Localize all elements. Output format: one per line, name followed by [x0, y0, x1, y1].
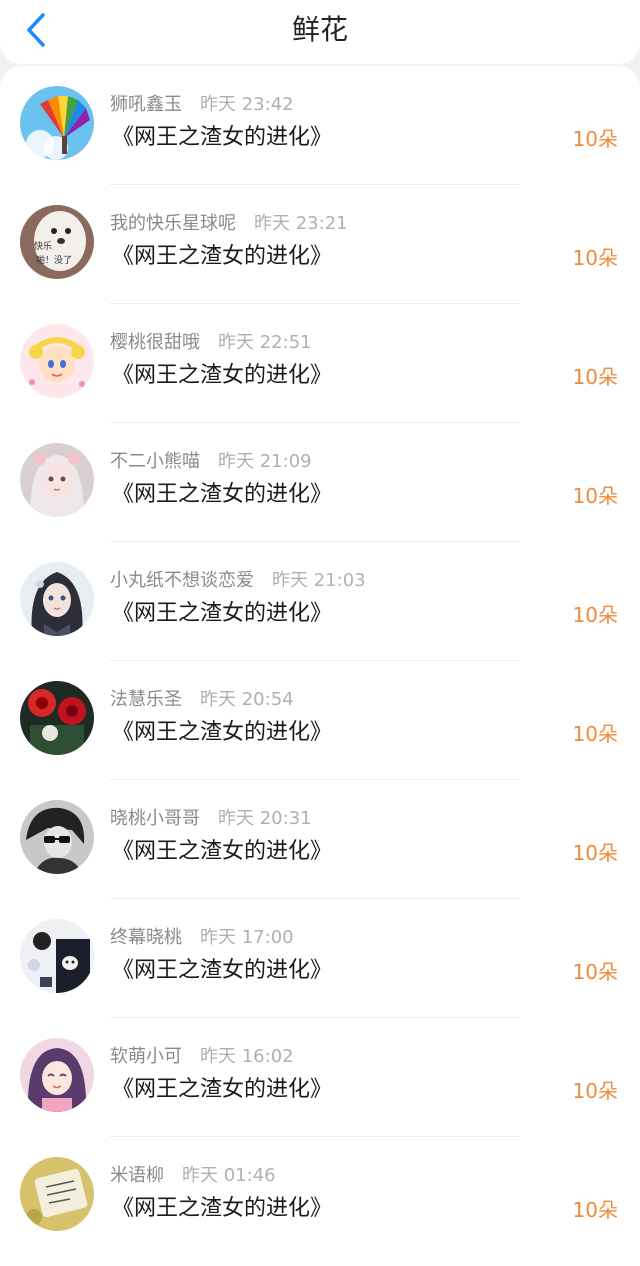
book-title[interactable]: 《网王之渣女的进化》: [112, 836, 332, 868]
list-item[interactable]: 终幕晓桃 昨天 17:00 《网王之渣女的进化》 10朵: [0, 899, 640, 1018]
flower-count: 10朵: [572, 1198, 618, 1222]
list-item[interactable]: 小丸纸不想谈恋爱 昨天 21:03 《网王之渣女的进化》 10朵: [0, 542, 640, 661]
timestamp: 昨天 17:00: [200, 927, 294, 948]
avatar[interactable]: 快乐 啪！没了: [20, 205, 94, 279]
user-name[interactable]: 不二小熊喵: [110, 451, 200, 472]
list-item[interactable]: 不二小熊喵 昨天 21:09 《网王之渣女的进化》 10朵: [0, 423, 640, 542]
avatar[interactable]: [20, 86, 94, 160]
flower-list: 狮吼鑫玉 昨天 23:42 《网王之渣女的进化》 10朵 快乐 啪！没了 我的快乐…: [0, 66, 640, 1266]
flower-count: 10朵: [572, 365, 618, 389]
flower-count: 10朵: [572, 960, 618, 984]
avatar[interactable]: [20, 1038, 94, 1112]
book-title[interactable]: 《网王之渣女的进化》: [112, 122, 332, 154]
avatar[interactable]: [20, 800, 94, 874]
book-title[interactable]: 《网王之渣女的进化》: [112, 479, 332, 511]
timestamp: 昨天 20:31: [218, 808, 312, 829]
flower-count: 10朵: [572, 1079, 618, 1103]
timestamp: 昨天 16:02: [200, 1046, 294, 1067]
list-item[interactable]: 米语柳 昨天 01:46 《网王之渣女的进化》 10朵: [0, 1137, 640, 1256]
flower-count: 10朵: [572, 603, 618, 627]
user-name[interactable]: 我的快乐星球呢: [110, 213, 236, 234]
book-title[interactable]: 《网王之渣女的进化》: [112, 717, 332, 749]
list-item[interactable]: 晓桃小哥哥 昨天 20:31 《网王之渣女的进化》 10朵: [0, 780, 640, 899]
flower-count: 10朵: [572, 127, 618, 151]
avatar[interactable]: [20, 443, 94, 517]
list-item[interactable]: 狮吼鑫玉 昨天 23:42 《网王之渣女的进化》 10朵: [0, 66, 640, 185]
avatar[interactable]: [20, 324, 94, 398]
book-title[interactable]: 《网王之渣女的进化》: [112, 360, 332, 392]
timestamp: 昨天 22:51: [218, 332, 312, 353]
user-name[interactable]: 米语柳: [110, 1165, 164, 1186]
user-name[interactable]: 终幕晓桃: [110, 927, 182, 948]
user-name[interactable]: 晓桃小哥哥: [110, 808, 200, 829]
book-title[interactable]: 《网王之渣女的进化》: [112, 241, 332, 273]
book-title[interactable]: 《网王之渣女的进化》: [112, 1074, 332, 1106]
svg-text:快乐: 快乐: [34, 240, 52, 252]
list-item[interactable]: 法慧乐圣 昨天 20:54 《网王之渣女的进化》 10朵: [0, 661, 640, 780]
user-name[interactable]: 法慧乐圣: [110, 689, 182, 710]
list-item[interactable]: 软萌小可 昨天 16:02 《网王之渣女的进化》 10朵: [0, 1018, 640, 1137]
book-title[interactable]: 《网王之渣女的进化》: [112, 1193, 332, 1225]
page-title: 鲜花: [291, 13, 348, 46]
user-name[interactable]: 樱桃很甜哦: [110, 332, 200, 353]
timestamp: 昨天 20:54: [200, 689, 294, 710]
flower-count: 10朵: [572, 722, 618, 746]
avatar[interactable]: [20, 919, 94, 993]
list-item[interactable]: 快乐 啪！没了 我的快乐星球呢 昨天 23:21 《网王之渣女的进化》 10朵: [0, 185, 640, 304]
user-name[interactable]: 软萌小可: [110, 1046, 182, 1067]
timestamp: 昨天 23:21: [254, 213, 348, 234]
timestamp: 昨天 21:03: [272, 570, 366, 591]
book-title[interactable]: 《网王之渣女的进化》: [112, 598, 332, 630]
avatar[interactable]: [20, 562, 94, 636]
avatar[interactable]: [20, 681, 94, 755]
flower-count: 10朵: [572, 246, 618, 270]
avatar[interactable]: [20, 1157, 94, 1231]
svg-text:啪！没了: 啪！没了: [36, 254, 72, 266]
timestamp: 昨天 01:46: [182, 1165, 276, 1186]
user-name[interactable]: 狮吼鑫玉: [110, 94, 182, 115]
flower-count: 10朵: [572, 484, 618, 508]
timestamp: 昨天 23:42: [200, 94, 294, 115]
timestamp: 昨天 21:09: [218, 451, 312, 472]
book-title[interactable]: 《网王之渣女的进化》: [112, 955, 332, 987]
list-item[interactable]: 樱桃很甜哦 昨天 22:51 《网王之渣女的进化》 10朵: [0, 304, 640, 423]
user-name[interactable]: 小丸纸不想谈恋爱: [110, 570, 254, 591]
top-bar: 鲜花: [0, 0, 640, 64]
flower-count: 10朵: [572, 841, 618, 865]
